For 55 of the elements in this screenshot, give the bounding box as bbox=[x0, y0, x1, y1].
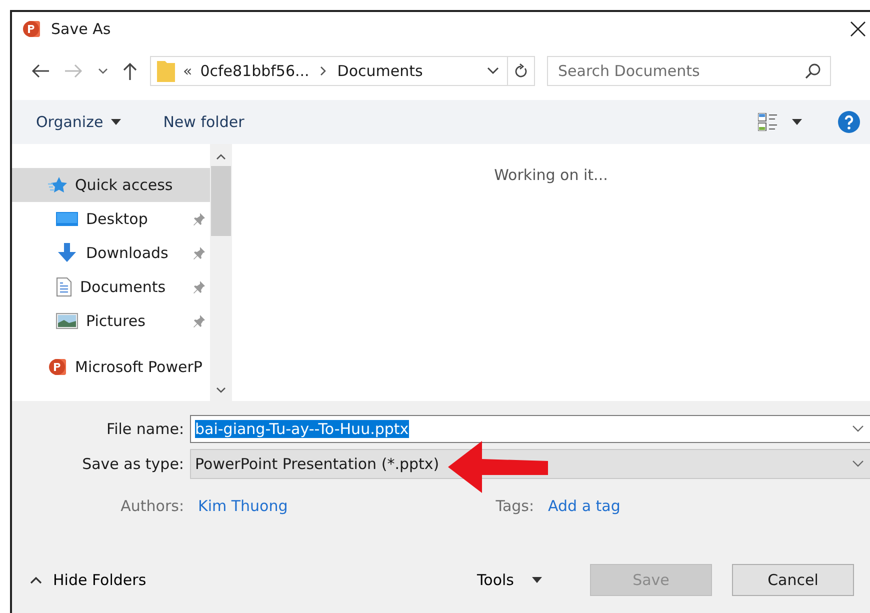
caret-icon bbox=[532, 577, 542, 583]
authors-link[interactable]: Kim Thuong bbox=[198, 497, 288, 515]
dropdown-chevron-icon[interactable] bbox=[487, 67, 499, 75]
search-field[interactable]: Search Documents bbox=[547, 56, 831, 86]
breadcrumb[interactable]: 0cfe81bbf56... bbox=[200, 62, 310, 80]
add-tag-link[interactable]: Add a tag bbox=[548, 497, 620, 515]
sidebar-item[interactable]: Quick access bbox=[12, 168, 210, 202]
view-list-icon bbox=[758, 113, 778, 131]
organize-button[interactable]: Organize bbox=[26, 109, 132, 135]
folder-icon bbox=[157, 60, 175, 82]
up-arrow-icon[interactable] bbox=[122, 62, 138, 80]
star-icon bbox=[48, 176, 68, 194]
field-label: File name: bbox=[106, 420, 184, 438]
help-icon[interactable] bbox=[838, 111, 860, 133]
status-text: Working on it... bbox=[494, 166, 608, 186]
caret-icon bbox=[111, 119, 122, 125]
tools-button[interactable]: Tools bbox=[475, 569, 544, 591]
scrollbar-thumb[interactable] bbox=[211, 166, 231, 236]
document-icon bbox=[56, 277, 72, 297]
close-icon[interactable] bbox=[850, 21, 866, 37]
dropdown-chevron-icon[interactable] bbox=[852, 425, 864, 433]
powerpoint-icon bbox=[22, 19, 42, 39]
sidebar-item[interactable]: Pictures bbox=[12, 304, 210, 338]
download-icon bbox=[56, 243, 78, 263]
file-name-value: bai-giang-Tu-ay--To-Huu.pptx bbox=[195, 420, 409, 438]
field-label: Authors: bbox=[120, 497, 184, 515]
sidebar-item[interactable]: Documents bbox=[12, 270, 210, 304]
dialog-button[interactable]: Cancel bbox=[732, 564, 854, 596]
new-folder-button[interactable]: New folder bbox=[153, 109, 254, 135]
breadcrumb-overflow[interactable]: « bbox=[183, 62, 192, 80]
file-type-dropdown[interactable]: PowerPoint Presentation (*.pptx) bbox=[190, 449, 870, 479]
window-title: Save As bbox=[51, 20, 111, 38]
scroll-up-icon bbox=[216, 154, 226, 160]
sidebar-item[interactable]: Downloads bbox=[12, 236, 210, 270]
chevron-up-icon bbox=[30, 576, 42, 584]
dropdown-chevron-icon[interactable] bbox=[98, 67, 108, 75]
dropdown-chevron-icon[interactable] bbox=[852, 460, 864, 468]
scrollbar[interactable] bbox=[210, 144, 232, 401]
chevron-right-icon bbox=[319, 66, 328, 76]
sidebar-item[interactable]: Microsoft PowerP bbox=[12, 350, 210, 384]
address-bar[interactable]: « 0cfe81bbf56... Documents bbox=[150, 56, 535, 86]
field-label: Save as type: bbox=[81, 455, 184, 473]
back-arrow-icon[interactable] bbox=[30, 63, 50, 79]
search-icon bbox=[805, 63, 821, 79]
scroll-down-icon bbox=[216, 387, 226, 393]
hide-folders-button[interactable]: Hide Folders bbox=[28, 569, 148, 591]
monitor-icon bbox=[56, 211, 78, 227]
field-label: Tags: bbox=[496, 497, 534, 515]
breadcrumb[interactable]: Documents bbox=[337, 62, 423, 80]
sidebar-item[interactable]: Desktop bbox=[12, 202, 210, 236]
file-name-field[interactable]: bai-giang-Tu-ay--To-Huu.pptx bbox=[190, 415, 870, 443]
caret-icon bbox=[792, 119, 802, 125]
powerpoint-icon bbox=[48, 357, 68, 377]
refresh-icon bbox=[514, 63, 528, 79]
picture-icon bbox=[56, 313, 78, 329]
